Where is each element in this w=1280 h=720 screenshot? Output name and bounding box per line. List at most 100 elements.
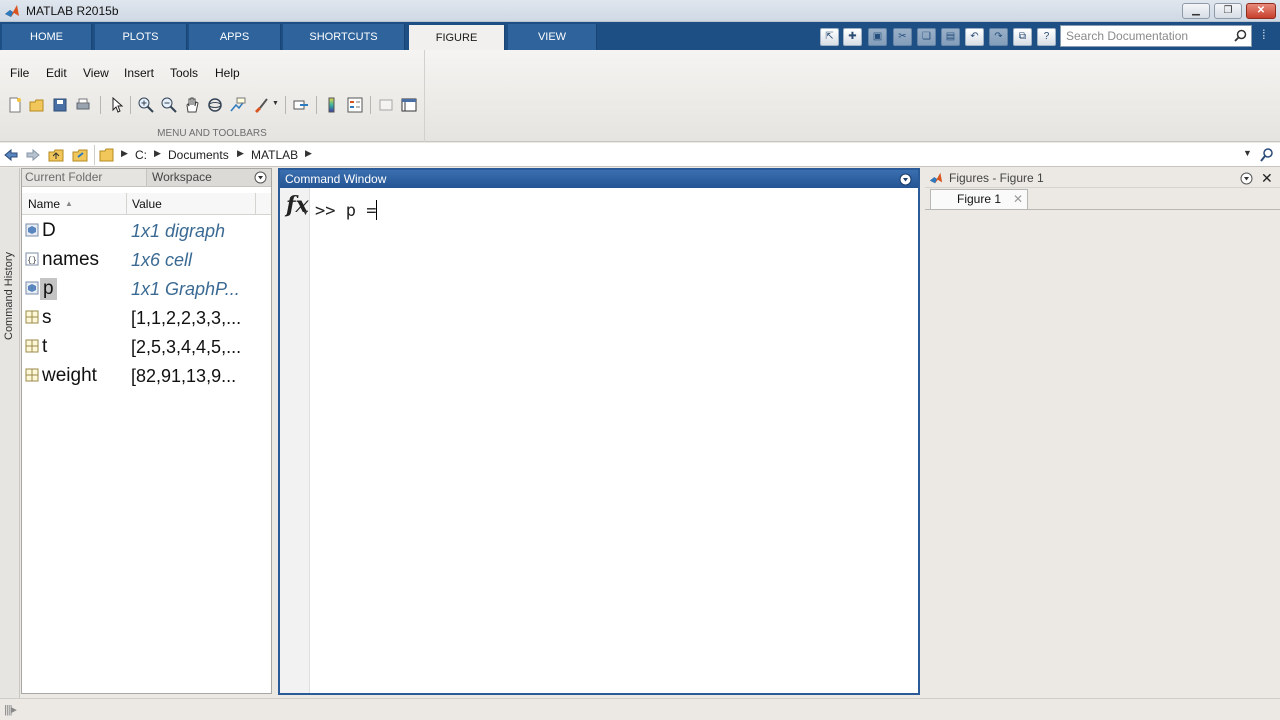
search-folder-icon[interactable] xyxy=(1259,147,1275,163)
up-folder-icon[interactable] xyxy=(48,147,64,163)
help-button[interactable]: ? xyxy=(1037,28,1056,46)
panel-menu-icon[interactable] xyxy=(254,171,267,184)
colorbar-icon[interactable] xyxy=(323,96,341,114)
variable-row-weight[interactable]: weight [82,91,13,9... xyxy=(22,362,271,391)
new-button[interactable]: ✚ xyxy=(843,28,862,46)
save-icon[interactable] xyxy=(51,96,69,114)
panel-menu-icon[interactable] xyxy=(1240,172,1253,185)
resize-grip-icon[interactable]: ||||▸ xyxy=(4,703,17,716)
command-prompt: >> xyxy=(315,201,336,221)
ribbon-collapse-icon[interactable]: ⁞ xyxy=(1262,27,1266,42)
paste-icon: ▤ xyxy=(945,31,956,42)
variable-value: [1,1,2,2,3,3,... xyxy=(131,308,242,328)
close-window-button[interactable]: ✕ xyxy=(1246,3,1276,19)
tab-figure-1[interactable]: Figure 1 ✕ xyxy=(930,189,1028,209)
tab-plots[interactable]: PLOTS xyxy=(95,24,187,50)
menu-file[interactable]: File xyxy=(10,66,29,80)
tab-workspace[interactable]: Workspace xyxy=(148,169,253,186)
command-history-label[interactable]: Command History xyxy=(3,252,15,340)
command-input[interactable]: p = xyxy=(346,201,377,221)
breadcrumb-documents[interactable]: Documents xyxy=(168,148,229,162)
tab-current-folder[interactable]: Current Folder xyxy=(22,169,147,186)
restore-button[interactable]: ❐ xyxy=(1214,3,1242,19)
figure-tab-label: Figure 1 xyxy=(957,192,1002,206)
menu-insert[interactable]: Insert xyxy=(124,66,154,80)
menu-view[interactable]: View xyxy=(83,66,109,80)
copy-button[interactable]: ❏ xyxy=(917,28,936,46)
variable-value: 1x1 digraph xyxy=(131,221,226,241)
back-icon[interactable] xyxy=(3,147,19,163)
variable-row-d[interactable]: D 1x1 digraph xyxy=(22,217,271,246)
tab-shortcuts[interactable]: SHORTCUTS xyxy=(283,24,405,50)
link-plot-icon[interactable] xyxy=(292,96,310,114)
variable-row-p[interactable]: p 1x1 GraphP... xyxy=(22,275,271,304)
column-name-header[interactable]: Name xyxy=(28,197,60,211)
matrix-variable-icon xyxy=(25,339,39,353)
tab-view[interactable]: VIEW xyxy=(508,24,597,50)
paste-button[interactable]: ▤ xyxy=(941,28,960,46)
panel-menu-icon[interactable] xyxy=(899,173,912,186)
figures-titlebar: Figures - Figure 1 ✕ xyxy=(925,168,1280,188)
forward-icon[interactable] xyxy=(25,147,41,163)
variable-value: 1x1 GraphP... xyxy=(131,279,240,299)
zoom-in-icon[interactable] xyxy=(137,96,155,114)
breadcrumb-drive[interactable]: C: xyxy=(135,148,147,162)
column-value-header[interactable]: Value xyxy=(132,197,162,211)
menu-tools[interactable]: Tools xyxy=(170,66,198,80)
new-figure-icon[interactable] xyxy=(6,96,24,114)
show-plot-tools-icon[interactable] xyxy=(400,96,418,114)
tab-apps[interactable]: APPS xyxy=(189,24,281,50)
tab-home[interactable]: HOME xyxy=(2,24,92,50)
function-browser-dropdown-icon[interactable]: ▼ xyxy=(302,210,309,217)
folder-icon xyxy=(99,148,114,162)
chevron-right-icon[interactable]: ▶ xyxy=(154,148,161,159)
print-icon[interactable] xyxy=(74,96,92,114)
chevron-right-icon[interactable]: ▶ xyxy=(121,148,128,159)
brush-icon[interactable] xyxy=(252,96,270,114)
pin-button[interactable]: ⇱ xyxy=(820,28,839,46)
pin-icon: ⇱ xyxy=(825,31,834,42)
save-quick-button[interactable]: ▣ xyxy=(868,28,887,46)
command-prompt-line[interactable]: >> p = xyxy=(315,200,378,221)
undo-button[interactable]: ↶ xyxy=(965,28,984,46)
variable-row-s[interactable]: s [1,1,2,2,3,3,... xyxy=(22,304,271,333)
zoom-out-icon[interactable] xyxy=(160,96,178,114)
restore-icon: ❐ xyxy=(1223,5,1233,16)
rotate-3d-icon[interactable] xyxy=(206,96,224,114)
menu-edit[interactable]: Edit xyxy=(46,66,67,80)
legend-icon[interactable] xyxy=(346,96,364,114)
select-arrow-icon[interactable] xyxy=(107,96,125,114)
chevron-right-icon[interactable]: ▶ xyxy=(305,148,312,159)
command-history-strip[interactable]: Command History xyxy=(0,168,20,698)
column-divider[interactable] xyxy=(126,193,127,214)
minimize-button[interactable]: ▁ xyxy=(1182,3,1210,19)
command-window-titlebar: Command Window xyxy=(280,170,918,188)
variable-row-names[interactable]: {} names 1x6 cell xyxy=(22,246,271,275)
open-icon[interactable] xyxy=(28,96,46,114)
data-cursor-icon[interactable] xyxy=(229,96,247,114)
command-window[interactable]: Command Window fx ▼ >> p = xyxy=(278,168,943,695)
browse-folder-icon[interactable] xyxy=(72,147,88,163)
close-tab-icon[interactable]: ✕ xyxy=(1013,190,1023,209)
breadcrumb-matlab[interactable]: MATLAB xyxy=(251,148,298,162)
menu-help[interactable]: Help xyxy=(215,66,240,80)
chevron-right-icon[interactable]: ▶ xyxy=(237,148,244,159)
brush-dropdown-icon[interactable]: ▼ xyxy=(272,100,279,107)
pan-icon[interactable] xyxy=(183,96,201,114)
search-documentation-input[interactable]: Search Documentation xyxy=(1060,25,1252,47)
redo-button[interactable]: ↷ xyxy=(989,28,1008,46)
variable-row-t[interactable]: t [2,5,3,4,4,5,... xyxy=(22,333,271,362)
variable-value: [2,5,3,4,4,5,... xyxy=(131,337,242,357)
figure-tab-divider xyxy=(925,209,1280,210)
switch-windows-button[interactable]: ⧉ xyxy=(1013,28,1032,46)
cut-icon: ✂ xyxy=(898,31,907,42)
cut-button[interactable]: ✂ xyxy=(893,28,912,46)
column-divider[interactable] xyxy=(255,193,256,214)
status-bar: ||||▸ xyxy=(0,698,1280,720)
ribbon-panel: File Edit View Insert Tools Help ▼ MENU … xyxy=(0,50,1280,142)
address-dropdown-icon[interactable]: ▼ xyxy=(1243,148,1252,158)
sort-ascending-icon: ▲ xyxy=(65,199,73,208)
tab-figure[interactable]: FIGURE xyxy=(409,25,505,50)
hide-plot-tools-icon[interactable] xyxy=(377,96,395,114)
close-panel-icon[interactable]: ✕ xyxy=(1261,168,1273,188)
